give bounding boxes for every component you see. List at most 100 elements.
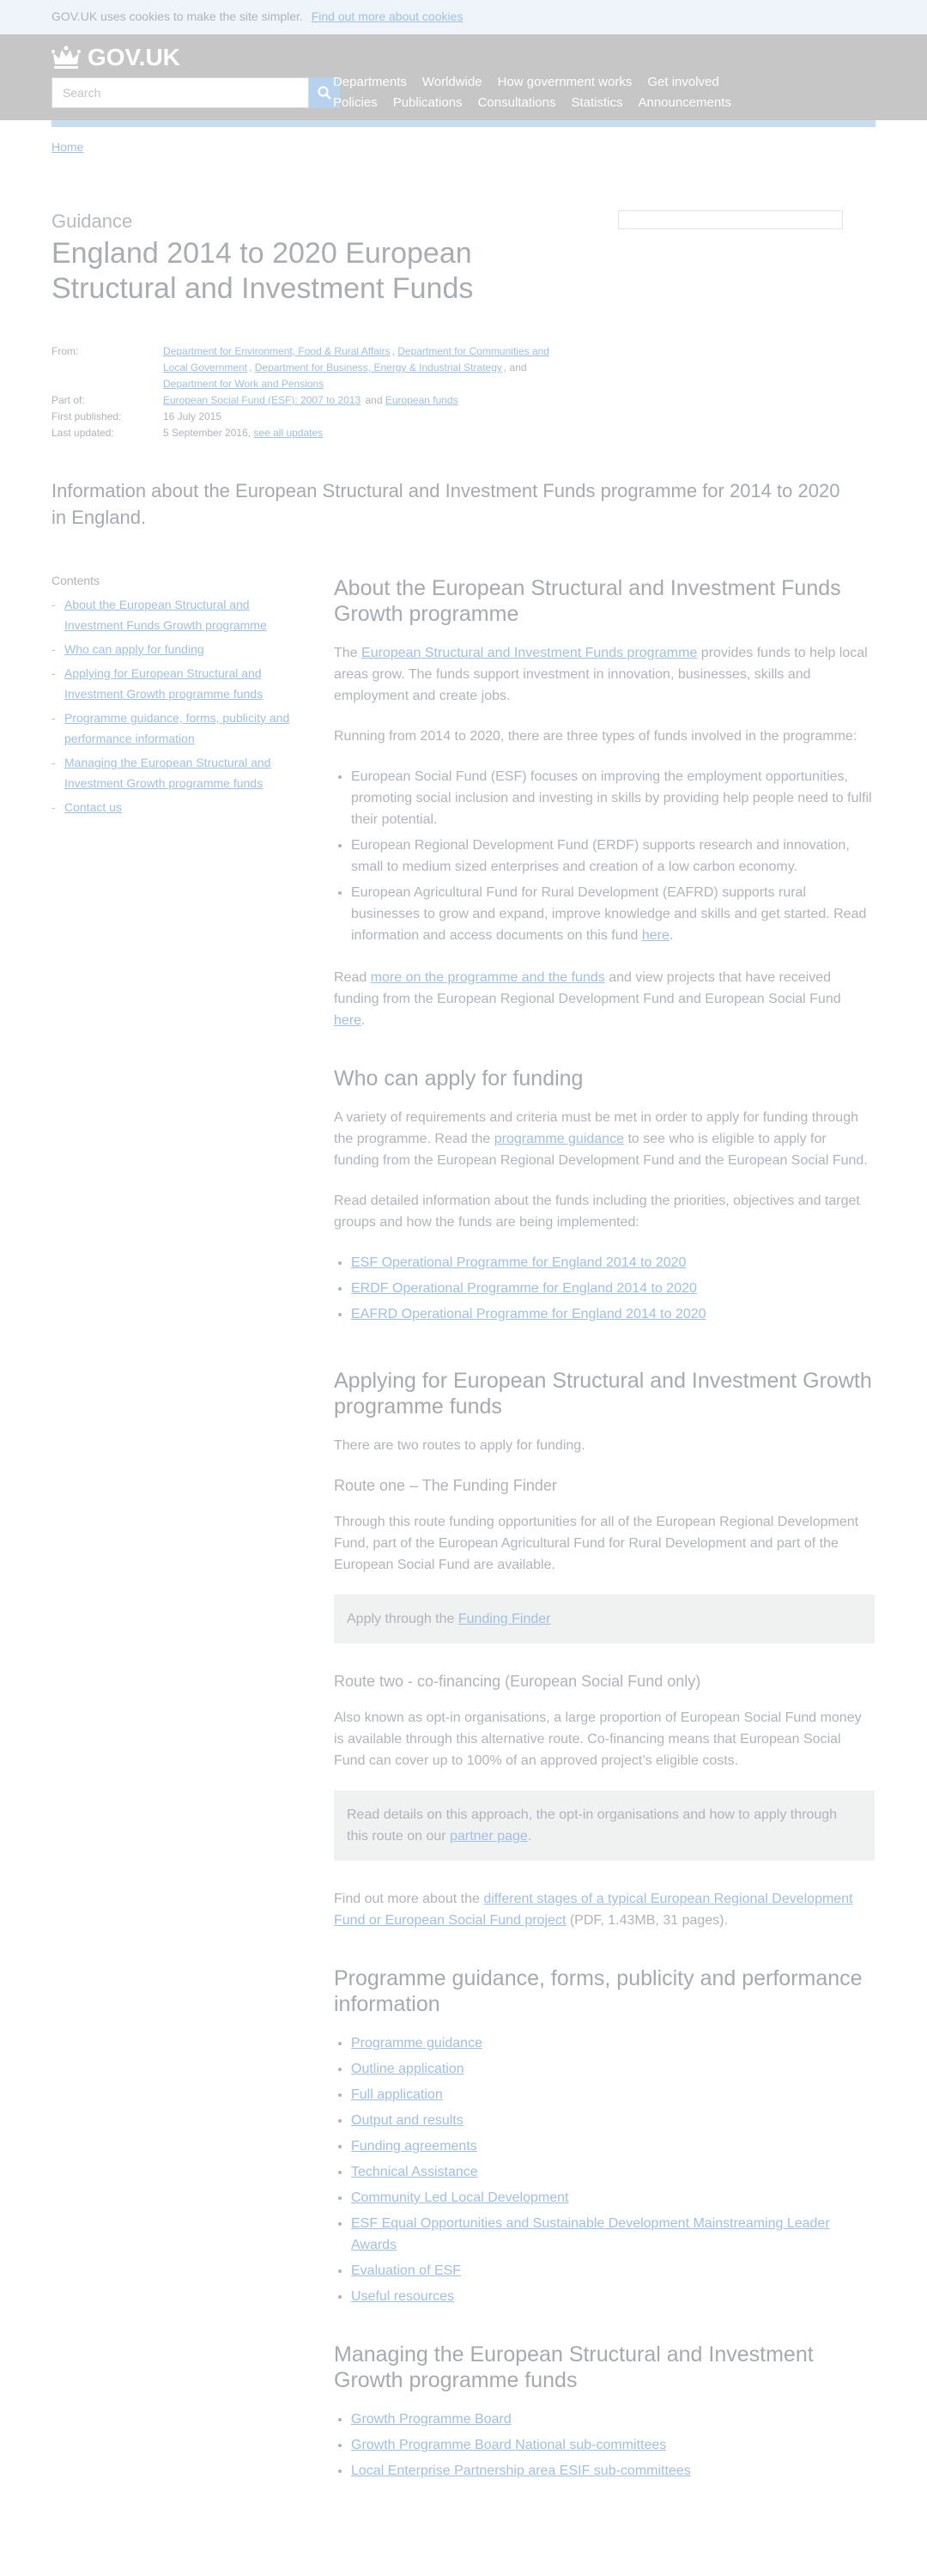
org-link-beis[interactable]: Department for Business, Energy & Indust…: [255, 361, 502, 374]
from-and: , and: [503, 361, 527, 374]
section-heading: Who can apply for funding: [334, 1066, 584, 1091]
search-icon: [318, 86, 331, 100]
contents-link-managing[interactable]: Managing the European Structural and Inv…: [64, 752, 309, 793]
lep-sub-committees-link[interactable]: Local Enterprise Partnership area ESIF s…: [351, 2464, 691, 2478]
list-item: Growth Programme Board National sub-comm…: [351, 2434, 875, 2456]
national-sub-committees-link[interactable]: Growth Programme Board National sub-comm…: [351, 2438, 666, 2452]
section-managing: Managing the European Structural and Inv…: [334, 2342, 875, 2482]
list-item: Growth Programme Board: [351, 2409, 875, 2430]
guidance-link[interactable]: Programme guidance: [351, 2036, 482, 2050]
guidance-link[interactable]: Output and results: [351, 2113, 464, 2128]
funding-finder-callout: Apply through the Funding Finder: [334, 1595, 875, 1643]
document-type: Guidance: [52, 210, 133, 232]
nav-get-involved[interactable]: Get involved: [647, 72, 718, 93]
org-link-dwp[interactable]: Department for Work and Pensions: [163, 378, 324, 390]
nav-row-2: Policies Publications Consultations Stat…: [333, 93, 779, 113]
see-all-updates-link[interactable]: see all updates: [253, 427, 323, 439]
guidance-link[interactable]: Funding agreements: [351, 2139, 477, 2154]
summary: Information about the European Structura…: [52, 480, 840, 528]
page-title: England 2014 to 2020 European Structural…: [52, 237, 474, 305]
partner-page-link[interactable]: partner page: [450, 1829, 528, 1844]
section-heading: Programme guidance, forms, publicity and…: [334, 1966, 863, 2016]
from-label: From:: [52, 345, 79, 357]
list-item: Funding agreements: [351, 2136, 875, 2157]
list-item: Full application: [351, 2084, 875, 2105]
metadata: From: Department for Environment, Food &…: [52, 343, 549, 441]
nav-consultations[interactable]: Consultations: [478, 93, 556, 113]
guidance-link[interactable]: Full application: [351, 2087, 443, 2102]
main-nav: Departments Worldwide How government wor…: [333, 72, 779, 113]
nav-how-government-works[interactable]: How government works: [498, 72, 633, 93]
about-paragraph-1: The European Structural and Investment F…: [334, 646, 868, 703]
funding-finder-link[interactable]: Funding Finder: [458, 1612, 551, 1626]
contents-item: - Applying for European Structural and In…: [52, 663, 309, 704]
list-item: European Social Fund (ESF) focuses on im…: [351, 766, 875, 830]
contents-link-who-can-apply[interactable]: Who can apply for funding: [64, 639, 204, 659]
esif-programme-link[interactable]: European Structural and Investment Funds…: [361, 646, 697, 660]
section-applying: Applying for European Structural and Inv…: [334, 1368, 875, 1931]
cookie-link[interactable]: Find out more about cookies: [312, 9, 464, 23]
nav-statistics[interactable]: Statistics: [571, 93, 622, 113]
contents-item: - Who can apply for funding: [52, 639, 309, 659]
part-of-label: Part of:: [52, 394, 85, 406]
erdf-op-link[interactable]: ERDF Operational Programme for England 2…: [351, 1281, 697, 1296]
org-link-defra[interactable]: Department for Environment, Food & Rural…: [163, 345, 391, 357]
guidance-link[interactable]: Technical Assistance: [351, 2165, 478, 2179]
contents-label: Contents: [52, 574, 100, 587]
esf-op-link[interactable]: ESF Operational Programme for England 20…: [351, 1255, 686, 1270]
guidance-link[interactable]: Community Led Local Development: [351, 2190, 568, 2205]
nav-departments[interactable]: Departments: [333, 72, 407, 93]
nav-publications[interactable]: Publications: [393, 93, 463, 113]
programme-guidance-link[interactable]: programme guidance: [494, 1132, 624, 1146]
eafrd-op-link[interactable]: EAFRD Operational Programme for England …: [351, 1307, 706, 1321]
contents-item: - Managing the European Structural and In…: [52, 752, 309, 793]
language-select[interactable]: [618, 210, 843, 229]
breadcrumb-home[interactable]: Home: [52, 140, 83, 154]
list-item: European Regional Development Fund (ERDF…: [351, 835, 875, 878]
projects-here-link[interactable]: here: [334, 1013, 361, 1028]
list-item: ESF Equal Opportunities and Sustainable …: [351, 2213, 875, 2256]
section-guidance: Programme guidance, forms, publicity and…: [334, 1965, 875, 2307]
about-paragraph-2: Running from 2014 to 2020, there are thr…: [334, 729, 857, 744]
nav-announcements[interactable]: Announcements: [638, 93, 730, 113]
part-of-link-esf[interactable]: European Social Fund (ESF): 2007 to 2013: [163, 394, 360, 406]
nav-policies[interactable]: Policies: [333, 93, 378, 113]
guidance-link[interactable]: Useful resources: [351, 2289, 454, 2304]
contents-link-applying[interactable]: Applying for European Structural and Inv…: [64, 663, 309, 704]
contents-item: - Contact us: [52, 797, 309, 817]
contents-link-contact[interactable]: Contact us: [64, 797, 122, 817]
contents-list: Contents - About the European Structural …: [52, 570, 309, 821]
list-item: Evaluation of ESF: [351, 2260, 875, 2281]
list-item: Outline application: [351, 2058, 875, 2080]
guidance-link[interactable]: ESF Equal Opportunities and Sustainable …: [351, 2216, 830, 2252]
list-item: Technical Assistance: [351, 2161, 875, 2183]
nav-worldwide[interactable]: Worldwide: [422, 72, 482, 93]
list-item: Useful resources: [351, 2286, 875, 2307]
contents-link-guidance[interactable]: Programme guidance, forms, publicity and…: [64, 708, 309, 749]
list-item: Output and results: [351, 2110, 875, 2131]
govuk-logo[interactable]: GOV.UK: [52, 43, 180, 72]
section-about: About the European Structural and Invest…: [334, 575, 875, 1031]
cookie-banner: GOV.UK uses cookies to make the site sim…: [0, 0, 927, 34]
list-item: Programme guidance: [351, 2032, 875, 2054]
route-two-text: Also known as opt-in organisations, a la…: [334, 1710, 862, 1768]
list-item: ERDF Operational Programme for England 2…: [351, 1278, 875, 1299]
part-of-link-european-funds[interactable]: European funds: [385, 394, 458, 406]
guidance-link[interactable]: Outline application: [351, 2062, 464, 2076]
growth-programme-board-link[interactable]: Growth Programme Board: [351, 2412, 512, 2427]
list-item: ESF Operational Programme for England 20…: [351, 1252, 875, 1273]
section-who-can-apply: Who can apply for funding A variety of r…: [334, 1066, 875, 1325]
last-updated-value: 5 September 2016,: [163, 427, 251, 439]
logo-text: GOV.UK: [88, 44, 180, 70]
applying-intro: There are two routes to apply for fundin…: [334, 1438, 585, 1453]
site-header: GOV.UK Search Departments Worldwide How …: [0, 34, 927, 120]
guidance-link[interactable]: Evaluation of ESF: [351, 2263, 461, 2278]
contents-link-about[interactable]: About the European Structural and Invest…: [64, 594, 309, 635]
co-financing-callout: Read details on this approach, the opt-i…: [334, 1790, 875, 1861]
last-updated-label: Last updated:: [52, 427, 114, 439]
more-on-programme-link[interactable]: more on the programme and the funds: [371, 970, 605, 985]
eafrd-here-link[interactable]: here: [642, 928, 670, 943]
search-input[interactable]: Search: [52, 77, 309, 108]
list-item: European Agricultural Fund for Rural Dev…: [351, 882, 875, 946]
section-heading: Managing the European Structural and Inv…: [334, 2342, 814, 2392]
